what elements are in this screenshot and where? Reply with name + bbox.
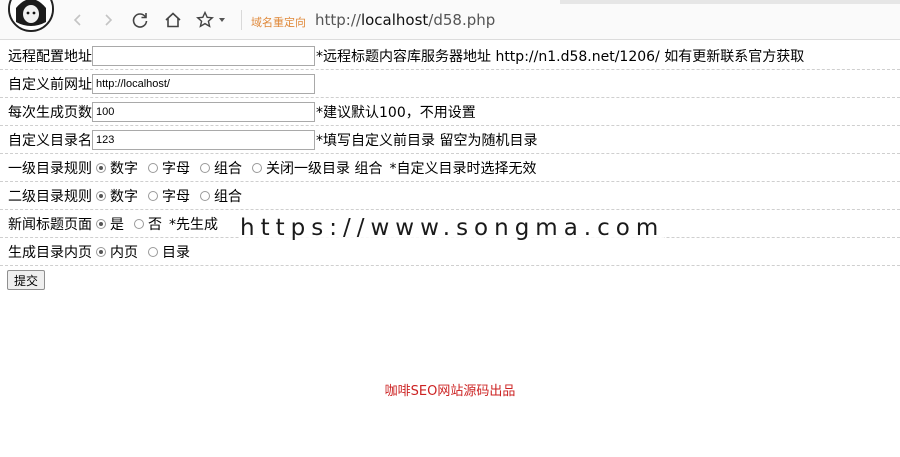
row-remote-addr: 远程配置地址 *远程标题内容库服务器地址 http://n1.d58.net/1… [0, 42, 900, 70]
star-icon [196, 10, 214, 28]
redirect-tag[interactable]: 域名重定向 [251, 14, 306, 30]
watermark: https://www.songma.com [240, 215, 665, 241]
row-pages: 每次生成页数 *建议默认100，不用设置 [0, 98, 900, 126]
radio-dot[interactable] [148, 246, 158, 257]
row-dir-name: 自定义目录名 *填写自定义前目录 留空为随机目录 [0, 126, 900, 154]
radio-dot[interactable] [252, 162, 262, 173]
radio-label: 数字 [110, 160, 138, 177]
level2-radio-combo[interactable]: 组合 [200, 186, 248, 206]
favorite-button[interactable] [193, 8, 217, 32]
level1-hint: *自定义目录时选择无效 [389, 160, 537, 177]
gen-dir-radio-inner[interactable]: 内页 [96, 242, 144, 262]
news-title-label: 新闻标题页面 [8, 216, 92, 233]
dir-name-input[interactable] [92, 129, 315, 150]
news-title-hint: *先生成 [169, 216, 218, 233]
radio-label: 字母 [162, 160, 190, 177]
gen-dir-radio-dir[interactable]: 目录 [148, 242, 196, 262]
config-form: 远程配置地址 *远程标题内容库服务器地址 http://n1.d58.net/1… [0, 42, 900, 290]
dir-name-label: 自定义目录名 [8, 132, 92, 149]
favorite-menu-button[interactable] [215, 8, 229, 32]
gen-dir-label: 生成目录内页 [8, 244, 92, 261]
pages-label: 每次生成页数 [8, 104, 92, 121]
custom-url-label: 自定义前网址 [8, 76, 92, 93]
radio-label: 内页 [110, 244, 138, 261]
url-host: localhost [360, 11, 429, 29]
toolbar-separator [241, 10, 242, 30]
radio-dot[interactable] [200, 162, 210, 173]
radio-label: 字母 [162, 188, 190, 205]
home-button[interactable] [161, 8, 185, 32]
reload-button[interactable] [128, 8, 152, 32]
credit-text: 咖啡SEO网站源码出品 [384, 384, 516, 399]
remote-addr-label: 远程配置地址 [8, 48, 92, 65]
news-title-radio-no[interactable]: 否 [134, 214, 168, 234]
reload-icon [132, 13, 148, 28]
level1-radio-off[interactable]: 关闭一级目录 组合 [252, 158, 388, 178]
radio-dot[interactable] [96, 218, 106, 229]
level1-label: 一级目录规则 [8, 160, 92, 177]
radio-label: 数字 [110, 188, 138, 205]
radio-label: 否 [148, 216, 162, 233]
radio-label: 组合 [214, 188, 242, 205]
level2-label: 二级目录规则 [8, 188, 92, 205]
arrow-left-icon [73, 14, 81, 26]
avatar[interactable] [8, 0, 54, 32]
forward-button[interactable] [96, 8, 120, 32]
submit-row: 提交 [0, 266, 900, 290]
submit-button[interactable]: 提交 [7, 270, 46, 290]
radio-dot[interactable] [96, 246, 106, 257]
radio-dot[interactable] [96, 162, 106, 173]
remote-addr-input[interactable] [92, 45, 315, 66]
caret-down-icon [219, 18, 225, 22]
radio-dot[interactable] [200, 190, 210, 201]
dir-name-hint: *填写自定义前目录 留空为随机目录 [316, 132, 538, 149]
row-custom-url: 自定义前网址 [0, 70, 900, 98]
radio-label: 目录 [162, 244, 190, 261]
level1-radio-letter[interactable]: 字母 [148, 158, 196, 178]
tab-strip [560, 0, 900, 4]
url-prefix: http:// [315, 11, 361, 29]
address-bar[interactable]: http://localhost/d58.php [315, 11, 495, 29]
level1-radio-number[interactable]: 数字 [96, 158, 144, 178]
radio-dot[interactable] [148, 162, 158, 173]
pages-input[interactable] [92, 101, 315, 122]
level2-radio-letter[interactable]: 字母 [148, 186, 196, 206]
radio-dot[interactable] [134, 218, 144, 229]
browser-toolbar: 域名重定向 http://localhost/d58.php [0, 0, 900, 40]
news-title-radio-yes[interactable]: 是 [96, 214, 130, 234]
arrow-right-icon [105, 14, 113, 26]
radio-dot[interactable] [96, 190, 106, 201]
radio-dot[interactable] [148, 190, 158, 201]
url-path: /d58.php [428, 11, 496, 29]
level2-radio-number[interactable]: 数字 [96, 186, 144, 206]
radio-label: 组合 [214, 160, 242, 177]
level1-radio-combo[interactable]: 组合 [200, 158, 248, 178]
custom-url-input[interactable] [92, 73, 315, 94]
pages-hint: *建议默认100，不用设置 [316, 104, 476, 121]
radio-label: 是 [110, 216, 124, 233]
home-icon [165, 12, 181, 28]
row-level2: 二级目录规则 数字 字母 组合 [0, 182, 900, 210]
row-gen-dir: 生成目录内页 内页 目录 [0, 238, 900, 266]
row-level1: 一级目录规则 数字 字母 组合 关闭一级目录 组合 *自定义目录时选择无效 [0, 154, 900, 182]
remote-addr-hint: *远程标题内容库服务器地址 http://n1.d58.net/1206/ 如有… [316, 48, 805, 65]
back-button[interactable] [66, 8, 90, 32]
radio-label: 关闭一级目录 组合 [266, 160, 383, 177]
avatar-icon [10, 0, 52, 30]
